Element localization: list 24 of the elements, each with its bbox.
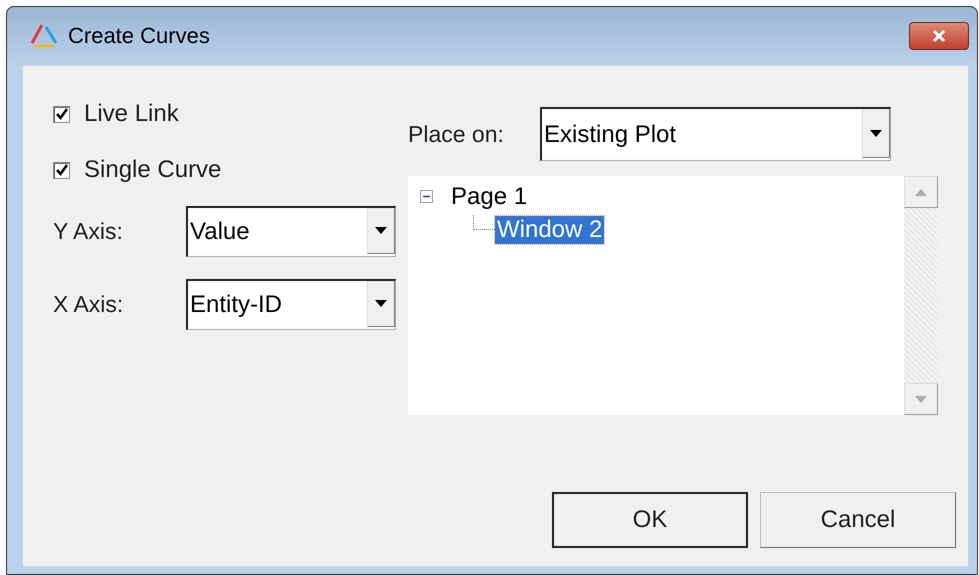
checkbox[interactable]: Live Link	[53, 94, 408, 134]
scrollbar[interactable]	[904, 176, 938, 415]
scroll-up-icon	[915, 188, 927, 196]
dropdown-arrow-icon	[870, 130, 882, 136]
dialog-button[interactable]: Cancel	[760, 492, 956, 548]
checkbox[interactable]: Single Curve	[53, 150, 408, 190]
dropdown[interactable]: Existing Plot	[540, 107, 891, 161]
checkmark-icon	[54, 107, 68, 121]
tree-item[interactable]: Page 1	[449, 182, 530, 210]
close-button[interactable]	[909, 22, 969, 50]
field-label: Place on:	[408, 120, 505, 148]
dropdown[interactable]: Value	[186, 206, 396, 257]
window-title: Create Curves	[68, 23, 210, 49]
field-label: X Axis:	[53, 291, 124, 318]
checkmark-icon	[54, 163, 68, 177]
dropdown-arrow-icon	[375, 300, 387, 307]
tree-item[interactable]: Window 2	[495, 216, 604, 244]
app-logo-icon	[30, 23, 58, 49]
collapse-icon[interactable]	[420, 190, 433, 203]
dialog-button[interactable]: OK	[552, 492, 748, 548]
field-label: Y Axis:	[53, 218, 124, 245]
dropdown[interactable]: Entity-ID	[186, 279, 396, 330]
scroll-down-icon	[915, 396, 927, 402]
dropdown-arrow-icon	[375, 227, 387, 234]
